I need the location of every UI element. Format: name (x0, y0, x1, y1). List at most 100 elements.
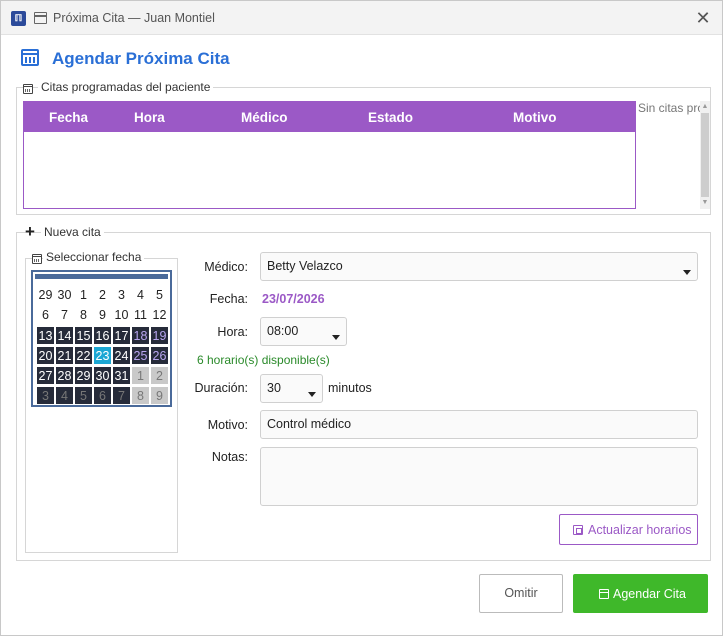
calendar-day[interactable]: 2 (150, 366, 169, 385)
scroll-down-icon[interactable]: ▼ (701, 198, 709, 208)
window-calendar-icon (34, 12, 47, 24)
month-calendar[interactable]: 29 30 1 2 3 4 5 6 7 8 9 10 11 12 13 14 1… (31, 270, 172, 407)
calendar-day[interactable]: 18 (131, 326, 150, 345)
app-logo-icon: ℿ (11, 11, 26, 26)
calendar-day[interactable]: 25 (131, 346, 150, 365)
column-medico[interactable]: Médico (241, 110, 288, 125)
duration-unit: minutos (328, 381, 372, 395)
calendar-day[interactable]: 26 (150, 346, 169, 365)
reason-label: Motivo: (207, 418, 248, 432)
calendar-day[interactable]: 10 (112, 306, 131, 325)
page-title: Agendar Próxima Cita (52, 49, 230, 68)
calendar-day[interactable]: 19 (150, 326, 169, 345)
calendar-day[interactable]: 14 (55, 326, 74, 345)
calendar-day[interactable]: 4 (55, 386, 74, 405)
calendar-day[interactable]: 22 (74, 346, 93, 365)
calendar-day[interactable]: 9 (150, 386, 169, 405)
plus-icon: + (25, 222, 35, 241)
scroll-up-icon[interactable]: ▲ (701, 102, 709, 112)
calendar-day[interactable]: 5 (150, 286, 169, 305)
calendar-day[interactable]: 21 (55, 346, 74, 365)
schedule-appointment-label: Agendar Cita (613, 587, 686, 601)
calendar-day[interactable]: 6 (36, 306, 55, 325)
calendar-day[interactable]: 6 (93, 386, 112, 405)
refresh-slots-button[interactable]: Actualizar horarios (559, 514, 698, 545)
calendar-day[interactable]: 3 (36, 386, 55, 405)
calendar-day[interactable]: 9 (93, 306, 112, 325)
doctor-label: Médico: (204, 260, 248, 274)
calendar-day[interactable]: 1 (74, 286, 93, 305)
calendar-week: 27 28 29 30 31 1 2 (36, 366, 171, 386)
reason-input-value: Control médico (267, 417, 352, 431)
table-header: Fecha Hora Médico Estado Motivo (24, 102, 635, 132)
calendar-day[interactable]: 2 (93, 286, 112, 305)
notes-textarea[interactable] (260, 447, 698, 506)
date-label: Fecha: (209, 292, 248, 306)
chevron-down-icon (308, 392, 316, 397)
calendar-day[interactable]: 8 (74, 306, 93, 325)
window-title: Próxima Cita — Juan Montiel (53, 11, 215, 25)
calendar-day[interactable]: 29 (74, 366, 93, 385)
calendar-day[interactable]: 16 (93, 326, 112, 345)
doctor-select[interactable]: Betty Velazco (260, 252, 698, 281)
calendar-day[interactable]: 31 (112, 366, 131, 385)
duration-select-value: 30 (267, 381, 281, 395)
close-button[interactable]: ✕ (692, 7, 714, 29)
schedule-appointment-button[interactable]: Agendar Cita (573, 574, 708, 613)
duration-label: Duración: (194, 381, 249, 395)
vertical-scrollbar[interactable]: ▲ ▼ (700, 101, 710, 209)
doctor-select-value: Betty Velazco (267, 259, 343, 273)
calendar-day[interactable]: 7 (112, 386, 131, 405)
duration-select[interactable]: 30 (260, 374, 323, 403)
chevron-down-icon (332, 335, 340, 340)
calendar-week: 13 14 15 16 17 18 19 (36, 326, 171, 346)
calendar-day[interactable]: 3 (112, 286, 131, 305)
calendar-day[interactable]: 1 (131, 366, 150, 385)
calendar-day[interactable]: 4 (131, 286, 150, 305)
calendar-day[interactable]: 24 (112, 346, 131, 365)
calendar-grid: 29 30 1 2 3 4 5 6 7 8 9 10 11 12 13 14 1… (36, 286, 171, 406)
scroll-thumb[interactable] (701, 113, 709, 197)
time-label: Hora: (217, 325, 248, 339)
calendar-small-icon (32, 254, 42, 264)
date-picker-label: Seleccionar fecha (43, 250, 145, 264)
notes-label: Notas: (211, 450, 248, 464)
calendar-day[interactable]: 7 (55, 306, 74, 325)
calendar-day[interactable]: 5 (74, 386, 93, 405)
selected-date-value: 23/07/2026 (262, 292, 325, 306)
calendar-day[interactable]: 28 (55, 366, 74, 385)
time-select-value: 08:00 (267, 324, 299, 338)
column-fecha[interactable]: Fecha (49, 110, 88, 125)
calendar-day[interactable]: 27 (36, 366, 55, 385)
new-appointment-label: Nueva cita (41, 225, 104, 239)
calendar-day[interactable]: 13 (36, 326, 55, 345)
appointments-table[interactable]: Fecha Hora Médico Estado Motivo (23, 101, 636, 209)
calendar-day[interactable]: 15 (74, 326, 93, 345)
chevron-down-icon (683, 270, 691, 275)
empty-state-text: Sin citas programadas (638, 101, 700, 115)
skip-button[interactable]: Omitir (479, 574, 563, 613)
calendar-day[interactable]: 29 (36, 286, 55, 305)
calendar-small-icon (23, 84, 33, 94)
calendar-week: 29 30 1 2 3 4 5 (36, 286, 171, 306)
calendar-day[interactable]: 30 (93, 366, 112, 385)
calendar-week: 6 7 8 9 10 11 12 (36, 306, 171, 326)
time-select[interactable]: 08:00 (260, 317, 347, 346)
column-hora[interactable]: Hora (134, 110, 165, 125)
refresh-slots-label: Actualizar horarios (588, 523, 692, 537)
reason-input[interactable]: Control médico (260, 410, 698, 439)
title-bar: ℿ Próxima Cita — Juan Montiel ✕ (1, 1, 722, 35)
scheduled-group-label: Citas programadas del paciente (38, 80, 214, 94)
column-estado[interactable]: Estado (368, 110, 413, 125)
column-motivo[interactable]: Motivo (513, 110, 557, 125)
dialog-window: ℿ Próxima Cita — Juan Montiel ✕ Agendar … (0, 0, 723, 636)
calendar-day[interactable]: 20 (36, 346, 55, 365)
calendar-day[interactable]: 12 (150, 306, 169, 325)
calendar-day[interactable]: 30 (55, 286, 74, 305)
calendar-header (35, 274, 168, 279)
calendar-day[interactable]: 11 (131, 306, 150, 325)
calendar-day[interactable]: 17 (112, 326, 131, 345)
availability-status: 6 horario(s) disponible(s) (197, 353, 330, 367)
calendar-day[interactable]: 8 (131, 386, 150, 405)
calendar-day-selected[interactable]: 23 (93, 346, 112, 365)
